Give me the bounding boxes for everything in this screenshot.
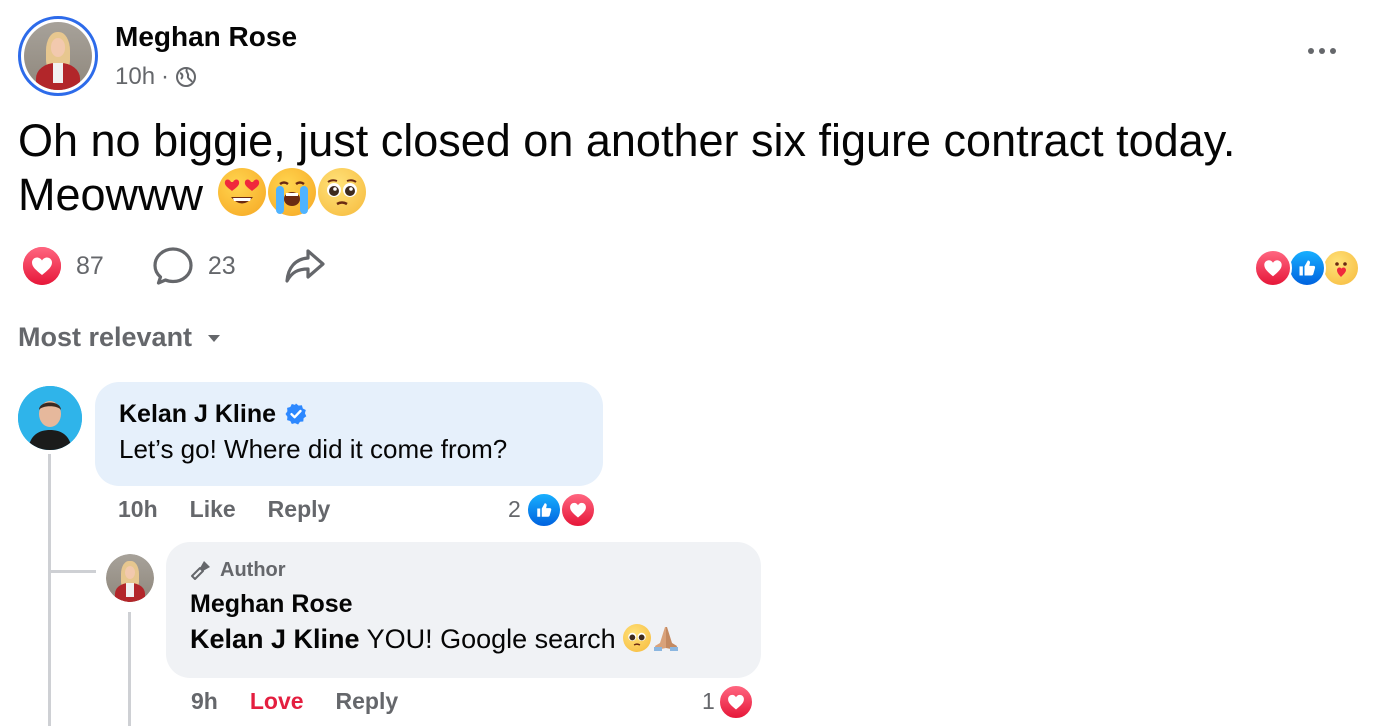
reply-actions: 9h Love Reply	[191, 688, 398, 715]
love-reaction-icon	[560, 492, 596, 528]
verified-badge-icon	[285, 403, 307, 425]
reply-reaction-count: 1	[702, 688, 715, 714]
comment-text: Let’s go! Where did it come from?	[119, 434, 508, 464]
commenter-avatar[interactable]	[18, 386, 82, 450]
meta-separator: ·	[161, 63, 170, 90]
post-body: Oh no biggie, just closed on another six…	[18, 114, 1338, 222]
post-author-name[interactable]: Meghan Rose	[115, 20, 297, 54]
thread-line	[48, 454, 51, 726]
reaction-summary[interactable]	[1254, 247, 1364, 287]
post-text-line2: Meowww	[18, 168, 1338, 222]
caret-down-icon	[208, 334, 221, 342]
loudly-crying-emoji-icon	[267, 168, 316, 216]
folded-hands-icon	[654, 627, 679, 651]
comment-reactions[interactable]: 2	[508, 492, 618, 528]
post-text-line1: Oh no biggie, just closed on another six…	[18, 115, 1236, 166]
post-meta: 10h ·	[115, 62, 197, 92]
comment-author[interactable]: Kelan J Kline	[119, 398, 579, 430]
reply-author[interactable]: Meghan Rose	[190, 588, 737, 620]
comment-count[interactable]: 23	[208, 252, 236, 281]
love-reaction-icon	[23, 247, 61, 285]
microphone-icon	[191, 561, 210, 580]
reply-time[interactable]: 9h	[191, 688, 218, 715]
love-reaction-button[interactable]: 87	[22, 246, 104, 286]
post-time[interactable]: 10h	[115, 62, 155, 92]
love-button[interactable]: Love	[250, 688, 304, 715]
avatar-photo	[18, 386, 82, 450]
pleading-face-emoji-icon	[623, 624, 652, 652]
comment-bubble: Kelan J Kline Let’s go! Where did it com…	[95, 382, 603, 486]
more-options-icon[interactable]	[1300, 38, 1344, 64]
pleading-face-emoji-icon	[317, 168, 366, 216]
care-reaction-icon	[1322, 249, 1360, 287]
reply-text: Kelan J Kline YOU! Google search	[190, 620, 737, 658]
thread-connector	[48, 570, 96, 573]
reply-button[interactable]: Reply	[268, 496, 331, 523]
avatar-photo	[106, 554, 154, 602]
globe-icon	[176, 67, 197, 87]
love-reaction-icon	[718, 684, 754, 720]
comment-sort-dropdown[interactable]: Most relevant	[18, 322, 222, 353]
like-reaction-icon	[1288, 249, 1326, 287]
share-button[interactable]	[284, 247, 326, 285]
author-badge: Author	[190, 556, 737, 584]
comment-time[interactable]: 10h	[118, 496, 158, 523]
sort-label: Most relevant	[18, 322, 193, 352]
reply-author-avatar[interactable]	[106, 554, 154, 602]
post-author-avatar[interactable]	[18, 16, 98, 96]
reply-bubble: Author Meghan Rose Kelan J Kline YOU! Go…	[166, 542, 761, 678]
comment-button[interactable]: 23	[152, 246, 236, 286]
heart-eyes-emoji-icon	[217, 168, 266, 216]
like-reaction-icon	[526, 492, 562, 528]
comment-actions: 10h Like Reply	[118, 496, 330, 523]
share-icon	[285, 249, 325, 283]
reply-thread-line	[128, 612, 131, 726]
avatar-photo	[24, 22, 92, 90]
comment-icon	[153, 247, 193, 285]
mention-link[interactable]: Kelan J Kline	[190, 624, 360, 654]
reaction-count[interactable]: 87	[76, 252, 104, 281]
reply-reactions[interactable]: 1	[702, 684, 762, 720]
like-button[interactable]: Like	[190, 496, 236, 523]
comment-reaction-count: 2	[508, 496, 521, 522]
reply-button[interactable]: Reply	[336, 688, 399, 715]
post-action-bar: 87 23	[22, 246, 326, 286]
post-text-meow: Meowww	[18, 169, 204, 220]
love-reaction-icon	[1254, 249, 1292, 287]
